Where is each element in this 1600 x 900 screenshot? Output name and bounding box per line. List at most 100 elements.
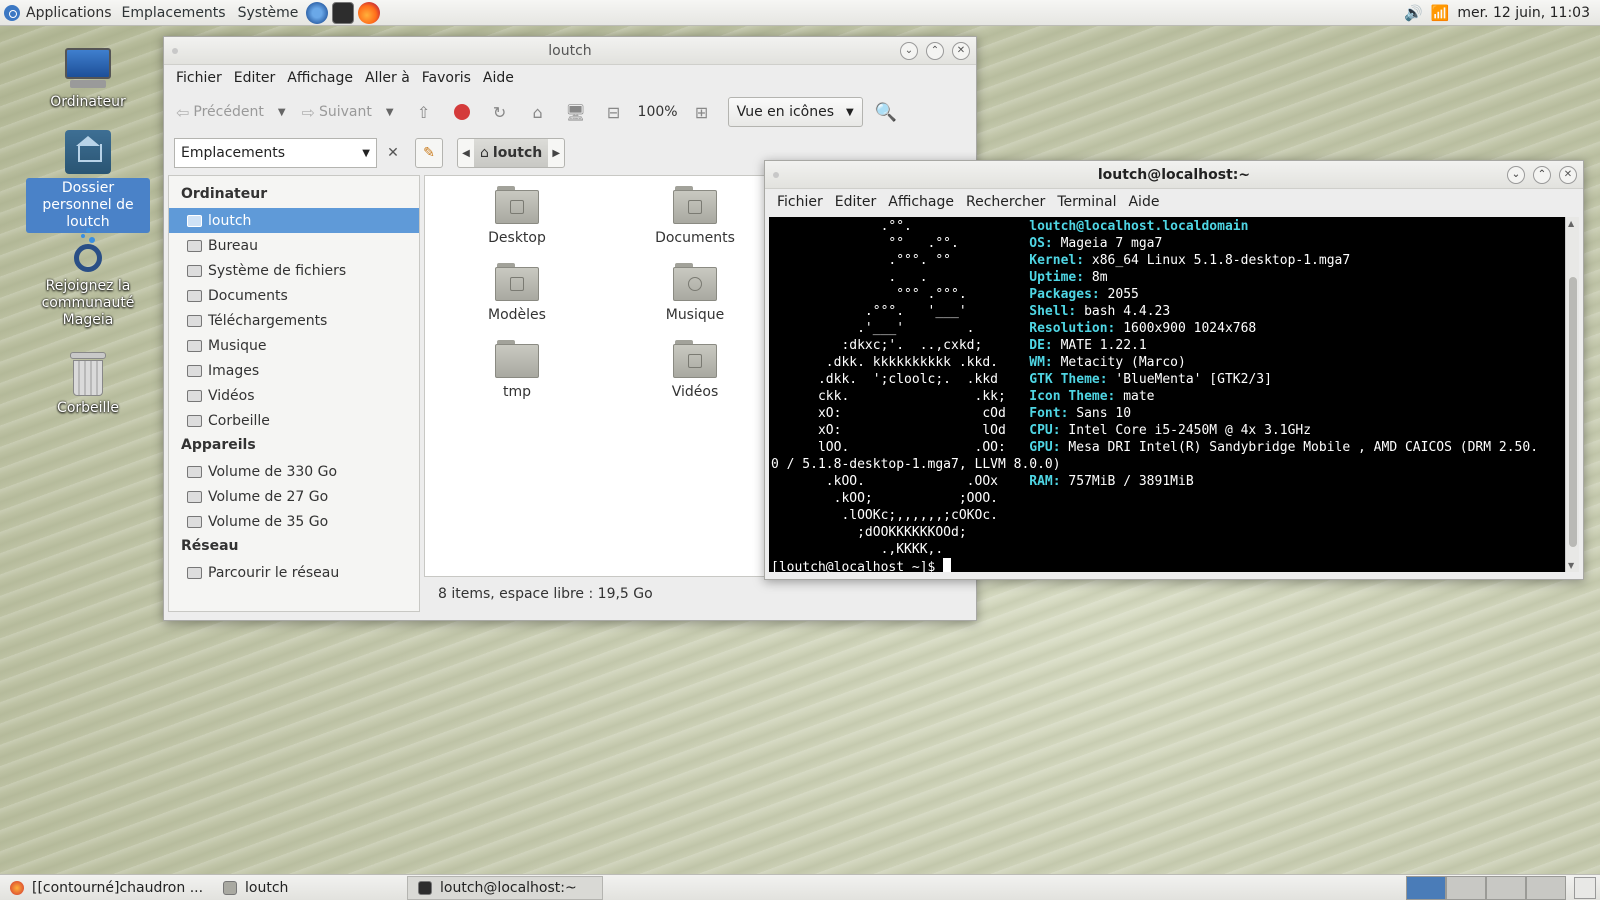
sidebar-item-downloads[interactable]: Téléchargements xyxy=(169,308,419,333)
taskbar-item-terminal[interactable]: loutch@localhost:~ xyxy=(407,875,604,900)
sidebar-item-documents[interactable]: Documents xyxy=(169,283,419,308)
sidebar-item-volume-330[interactable]: Volume de 330 Go xyxy=(169,459,419,484)
reload-icon[interactable]: ↻ xyxy=(488,100,512,124)
menu-affichage[interactable]: Affichage xyxy=(882,194,960,210)
taskbar-item-firefox[interactable]: [[contourné]chaudron ... xyxy=(0,876,213,900)
sidebar-item-trash[interactable]: Corbeille xyxy=(169,408,419,433)
window-menu-icon[interactable] xyxy=(172,48,178,54)
volume-icon[interactable]: 🔊 xyxy=(1404,4,1423,22)
sidebar-item-videos[interactable]: Vidéos xyxy=(169,383,419,408)
file-item-templates[interactable]: Modèles xyxy=(457,263,577,323)
terminal-line: °° .°°. OS: Mageia 7 mga7 xyxy=(771,235,1563,252)
sysinfo-value: bash 4.4.23 xyxy=(1076,304,1171,319)
forward-history-dropdown-icon[interactable]: ▼ xyxy=(386,107,394,118)
minimize-button[interactable]: ⌄ xyxy=(1507,166,1525,184)
sysinfo-label: RAM: xyxy=(1029,474,1061,489)
zoom-in-icon[interactable]: ⊞ xyxy=(690,100,714,124)
sysinfo-value: 2055 xyxy=(1099,287,1139,302)
sidebar-item-network[interactable]: Parcourir le réseau xyxy=(169,560,419,585)
show-desktop-icon[interactable] xyxy=(1574,877,1596,899)
file-item-videos[interactable]: Vidéos xyxy=(635,340,755,400)
minimize-button[interactable]: ⌄ xyxy=(900,42,918,60)
sidebar-item-volume-27[interactable]: Volume de 27 Go xyxy=(169,484,419,509)
menu-editer[interactable]: Editer xyxy=(228,70,281,86)
workspace-1[interactable] xyxy=(1406,876,1446,900)
desktop-icon-computer[interactable]: Ordinateur xyxy=(26,48,150,111)
sidebar-item-volume-35[interactable]: Volume de 35 Go xyxy=(169,509,419,534)
file-item-tmp[interactable]: tmp xyxy=(457,340,577,400)
terminal-titlebar[interactable]: loutch@localhost:~ ⌄ ⌃ ✕ xyxy=(765,161,1583,189)
system-menu[interactable]: Système xyxy=(232,0,305,26)
ascii-art-line: .lOOKc;,,,,,,;cOKOc. xyxy=(771,508,1030,523)
edit-location-icon[interactable]: ✎ xyxy=(415,138,443,168)
file-item-documents[interactable]: Documents xyxy=(635,186,755,246)
trash-icon xyxy=(70,352,106,396)
control-center-icon[interactable] xyxy=(306,1,329,24)
stop-button[interactable] xyxy=(450,100,474,124)
places-menu[interactable]: Emplacements xyxy=(116,0,232,26)
sysinfo-label: Icon Theme: xyxy=(1029,389,1116,404)
ascii-art-line: xO: lOd xyxy=(771,423,1030,438)
close-sidepane-icon[interactable]: ✕ xyxy=(383,145,403,161)
ascii-art-line: .°°°. '___' xyxy=(771,304,1030,319)
menu-aller-a[interactable]: Aller à xyxy=(359,70,416,86)
terminal-output[interactable]: .°°. loutch@localhost.localdomain °° .°°… xyxy=(769,217,1565,572)
back-history-dropdown-icon[interactable]: ▼ xyxy=(278,107,286,118)
menu-aide[interactable]: Aide xyxy=(477,70,520,86)
sidebar-item-filesystem[interactable]: Système de fichiers xyxy=(169,258,419,283)
breadcrumb-item-loutch[interactable]: ⌂ loutch xyxy=(474,139,549,167)
up-arrow-icon[interactable]: ⇧ xyxy=(412,100,436,124)
sidebar-item-music[interactable]: Musique xyxy=(169,333,419,358)
desktop-icon-trash[interactable]: Corbeille xyxy=(26,352,150,417)
sidebar-item-loutch[interactable]: loutch xyxy=(169,208,419,233)
close-button[interactable]: ✕ xyxy=(1559,166,1577,184)
menu-affichage[interactable]: Affichage xyxy=(281,70,359,86)
firefox-launcher-icon[interactable] xyxy=(358,1,381,24)
side-pane-select[interactable]: Emplacements ▼ xyxy=(174,138,377,168)
sysinfo-value: Metacity (Marco) xyxy=(1052,355,1186,370)
zoom-out-icon[interactable]: ⊟ xyxy=(602,100,626,124)
workspace-3[interactable] xyxy=(1486,876,1526,900)
back-button[interactable]: ⇦ Précédent xyxy=(172,103,268,122)
search-icon[interactable]: 🔍 xyxy=(875,102,897,123)
window-menu-icon[interactable] xyxy=(773,172,779,178)
view-mode-select[interactable]: Vue en icônes ▼ xyxy=(727,97,863,127)
menu-rechercher[interactable]: Rechercher xyxy=(960,194,1051,210)
home-icon[interactable]: ⌂ xyxy=(526,100,550,124)
taskbar-item-file-manager[interactable]: loutch xyxy=(213,876,407,900)
maximize-button[interactable]: ⌃ xyxy=(926,42,944,60)
scroll-up-icon[interactable]: ▲ xyxy=(1568,219,1574,228)
workspace-4[interactable] xyxy=(1526,876,1566,900)
ascii-art-line: .°°°. °° xyxy=(771,253,1030,268)
terminal-launcher-icon[interactable] xyxy=(332,1,355,24)
workspace-2[interactable] xyxy=(1446,876,1486,900)
menu-aide[interactable]: Aide xyxy=(1122,194,1165,210)
file-item-music[interactable]: Musique xyxy=(635,263,755,323)
terminal-scrollbar[interactable]: ▲ ▼ xyxy=(1565,217,1579,572)
terminal-line: .°°°. °° Kernel: x86_64 Linux 5.1.8-desk… xyxy=(771,252,1563,269)
sidebar-item-bureau[interactable]: Bureau xyxy=(169,233,419,258)
wifi-icon[interactable]: 📶 xyxy=(1431,4,1450,22)
sidebar-item-images[interactable]: Images xyxy=(169,358,419,383)
scroll-down-icon[interactable]: ▼ xyxy=(1568,561,1574,570)
computer-icon[interactable]: 🖥 xyxy=(564,100,588,124)
desktop-icon-mageia[interactable]: Rejoignez la communauté Mageia xyxy=(26,228,150,329)
applications-menu[interactable]: Applications xyxy=(0,0,116,26)
window-title: loutch@localhost:~ xyxy=(1097,166,1251,183)
scrollbar-thumb[interactable] xyxy=(1569,277,1577,547)
file-manager-titlebar[interactable]: loutch ⌄ ⌃ ✕ xyxy=(164,37,976,65)
menu-favoris[interactable]: Favoris xyxy=(416,70,477,86)
menu-fichier[interactable]: Fichier xyxy=(170,70,228,86)
clock[interactable]: mer. 12 juin, 11:03 xyxy=(1457,5,1590,21)
file-item-desktop[interactable]: Desktop xyxy=(457,186,577,246)
forward-button[interactable]: ⇨ Suivant xyxy=(298,103,376,122)
menu-fichier[interactable]: Fichier xyxy=(771,194,829,210)
menu-editer[interactable]: Editer xyxy=(829,194,882,210)
menu-terminal[interactable]: Terminal xyxy=(1051,194,1122,210)
breadcrumb-right-icon[interactable]: ▶ xyxy=(548,148,564,159)
close-button[interactable]: ✕ xyxy=(952,42,970,60)
zoom-level[interactable]: 100% xyxy=(638,104,678,120)
desktop-icon-home[interactable]: Dossier personnel de loutch xyxy=(26,130,150,233)
maximize-button[interactable]: ⌃ xyxy=(1533,166,1551,184)
breadcrumb-left-icon[interactable]: ◀ xyxy=(458,148,474,159)
